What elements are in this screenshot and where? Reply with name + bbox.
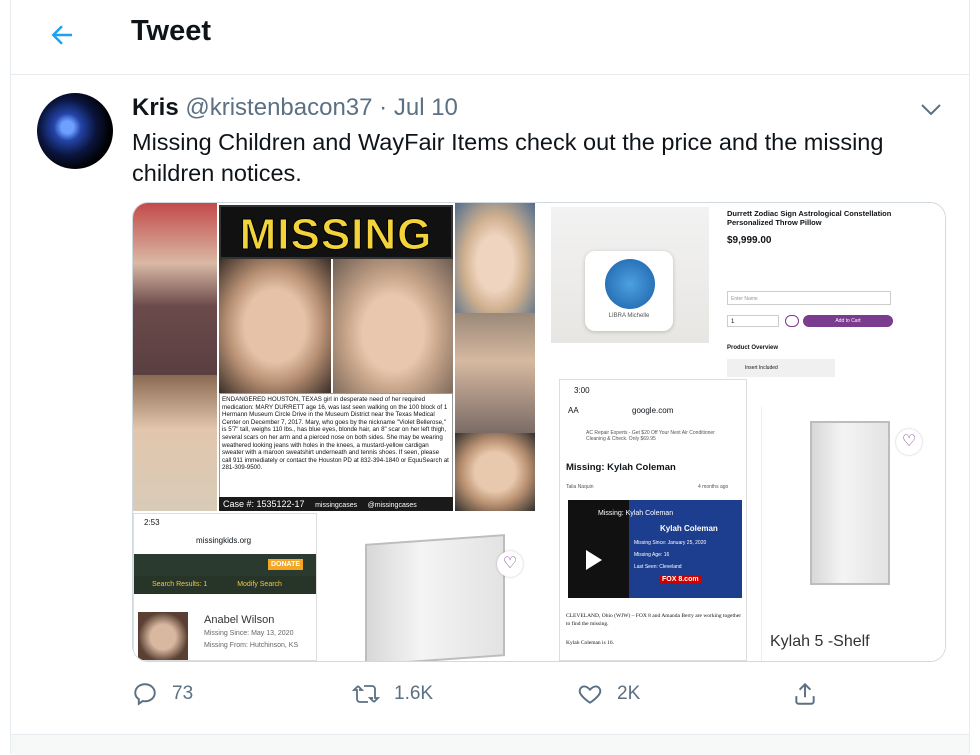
photo-right-1 (455, 203, 535, 313)
case-number-bar: Case #: 1535122-17 missingcases @missing… (219, 497, 453, 511)
tweet-date[interactable]: Jul 10 (394, 94, 458, 121)
reply-icon (134, 683, 156, 706)
tweet-column: Tweet Kris @kristenbacon37 · Jul 10 Miss… (10, 0, 970, 755)
photo-girl-beige (133, 375, 217, 511)
phone2-time: 3:00 (574, 386, 590, 395)
missingkids-header: DONATE (134, 554, 316, 576)
photo-right-3 (455, 433, 535, 511)
reply-button[interactable]: 73 (132, 676, 193, 712)
news-byline: Talia Naquin (566, 484, 594, 490)
qty-select: 1 (727, 315, 779, 327)
case-social-1: missingcases (315, 502, 358, 509)
separator-dot: · (379, 94, 388, 121)
media-image-missing-poster[interactable]: MISSING ENDANGERED HOUSTON, TEXAS girl i… (133, 203, 535, 661)
modify-search: Modify Search (237, 581, 282, 588)
donate-button: DONATE (268, 559, 304, 570)
child-photo (138, 612, 188, 660)
tweet-media[interactable]: MISSING ENDANGERED HOUSTON, TEXAS girl i… (132, 202, 946, 662)
child-name: Anabel Wilson (204, 614, 275, 626)
child-from: Missing From: Hutchinson, KS (204, 642, 299, 649)
photo-right-2 (455, 313, 535, 433)
page-header: Tweet (11, 0, 969, 75)
tweet-author-line: Kris @kristenbacon37 · Jul 10 (132, 94, 458, 122)
author-handle[interactable]: @kristenbacon37 (185, 94, 372, 121)
back-arrow-icon[interactable] (47, 20, 77, 50)
insert-included: Insert Included (727, 359, 835, 377)
cabinet-image-2 (810, 421, 890, 585)
phone1-time: 2:53 (144, 518, 160, 527)
video-title: Missing: Kylah Coleman (598, 510, 674, 517)
pillow-text: LIBRA Michelle (608, 313, 650, 319)
reply-count: 73 (172, 683, 194, 704)
add-to-cart-button: Add to Cart (803, 315, 893, 327)
news-ago: 4 months ago (698, 484, 729, 490)
author-name[interactable]: Kris (132, 94, 179, 121)
search-results-bar: Search Results: 1 Modify Search (134, 576, 316, 594)
media-image-wayfair[interactable]: LIBRA Michelle Durrett Zodiac Sign Astro… (539, 203, 945, 661)
news-body-2: Kylah Coleman is 16. (566, 640, 614, 646)
share-button[interactable] (792, 676, 832, 712)
product-price: $9,999.00 (727, 235, 772, 246)
ad-text: AC Repair Experts - Get $20 Off Your Nex… (586, 430, 715, 442)
heart-icon (578, 685, 602, 704)
pillow-photo: LIBRA Michelle (551, 207, 709, 343)
photo-face-1 (219, 259, 331, 393)
news-phone-screenshot: 3:00 AA google.com AC Repair Experts - G… (559, 379, 747, 661)
play-icon (586, 550, 602, 570)
case-social-2: @missingcases (367, 502, 417, 509)
cabinet-image-1 (365, 534, 505, 661)
footer-divider (11, 734, 969, 755)
favorite-small-icon (785, 315, 799, 327)
video-since: Missing Since: January 25, 2020 (634, 540, 707, 546)
product-title: Durrett Zodiac Sign Astrological Constel… (727, 209, 892, 227)
missingkids-phone-screenshot: 2:53 missingkids.org DONATE Search Resul… (133, 513, 317, 661)
pillow: LIBRA Michelle (585, 251, 673, 331)
page-title: Tweet (131, 15, 212, 47)
phone2-aa: AA (568, 406, 579, 415)
product-overview: Product Overview (727, 345, 779, 351)
video-age: Missing Age: 16 (634, 552, 670, 558)
heart-icon: ♡ (896, 429, 922, 455)
tweet-text: Missing Children and WayFair Items check… (132, 129, 884, 186)
video-station: FOX 8.com (660, 576, 701, 583)
cabinet-caption: Kylah 5 -Shelf (770, 633, 870, 650)
cabinet-card: ♡ Kylah 5 -Shelf (761, 407, 945, 661)
retweet-count: 1.6K (394, 683, 434, 704)
photo-face-2 (333, 259, 453, 393)
video-seen: Last Seen: Cleveland (634, 564, 682, 570)
child-since: Missing Since: May 13, 2020 (204, 630, 294, 637)
case-number: Case #: 1535122-17 (223, 499, 305, 509)
avatar[interactable] (37, 93, 113, 169)
missing-notice-text: ENDANGERED HOUSTON, TEXAS girl in desper… (219, 393, 453, 505)
phone1-url: missingkids.org (196, 536, 252, 545)
personalize-input: Enter Name (727, 291, 891, 305)
share-icon (795, 682, 815, 705)
heart-icon: ♡ (497, 551, 523, 577)
phone2-url: google.com (632, 406, 674, 415)
news-video: Missing: Kylah Coleman Kylah Coleman Mis… (568, 500, 742, 598)
chevron-down-icon[interactable] (919, 100, 943, 120)
retweet-icon (352, 685, 380, 703)
retweet-button[interactable]: 1.6K (352, 676, 433, 712)
news-headline: Missing: Kylah Coleman (566, 462, 676, 473)
search-results: Search Results: 1 (152, 581, 208, 588)
like-count: 2K (617, 683, 641, 704)
photo-girl-hoodie (133, 203, 217, 375)
news-body-1: CLEVELAND, Ohio (WJW) – FOX 8 and Amanda… (566, 613, 742, 627)
missing-banner: MISSING (219, 205, 453, 260)
tweet-actions: 73 1.6K 2K (132, 676, 952, 712)
like-button[interactable]: 2K (577, 676, 640, 712)
video-name: Kylah Coleman (660, 524, 718, 533)
constellation-circle (605, 259, 655, 309)
